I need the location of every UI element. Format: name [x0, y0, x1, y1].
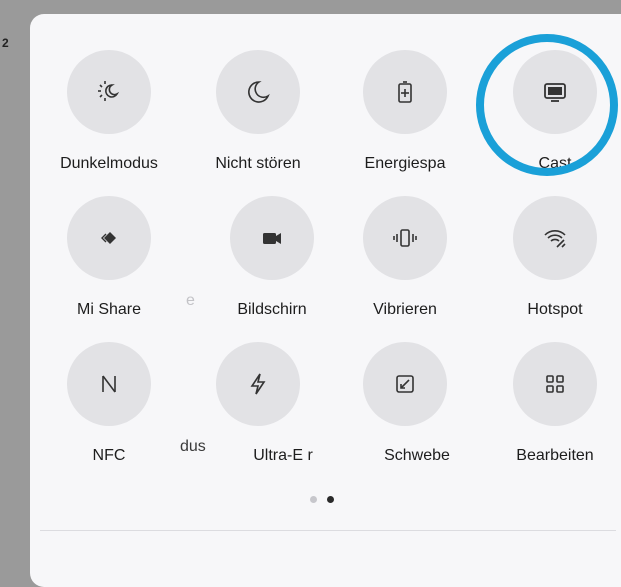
video-camera-icon [230, 196, 314, 280]
dark-mode-icon [67, 50, 151, 134]
tile-do-not-disturb[interactable]: Nicht stören [193, 50, 323, 174]
vibrate-icon [363, 196, 447, 280]
tile-label: NFC [92, 447, 126, 464]
tile-cast[interactable]: Cast [490, 50, 620, 174]
tile-label: Mi Share [76, 301, 142, 318]
page-dot-current[interactable] [327, 496, 334, 503]
hotspot-icon [513, 196, 597, 280]
tile-mi-share[interactable]: Mi Share [44, 196, 174, 320]
nfc-icon [67, 342, 151, 426]
tile-label: Vibrieren [373, 301, 437, 318]
tile-label: Hotspot [527, 301, 583, 318]
tile-label: Schwebe [384, 447, 450, 464]
ghost-label: e [186, 292, 195, 309]
page-indicator[interactable] [310, 496, 334, 503]
tile-label: Energiespa [364, 155, 446, 172]
tile-label: Cast [538, 155, 572, 172]
tile-label: Ultra-E r [253, 447, 313, 464]
tile-hotspot[interactable]: Hotspot [490, 196, 620, 320]
page-dot[interactable] [310, 496, 317, 503]
tile-floating-window[interactable]: Schwebe [340, 342, 470, 466]
battery-icon [363, 50, 447, 134]
tile-screen-recorder[interactable]: Bildschirn [212, 196, 332, 320]
edge-mark: 2 [2, 36, 9, 50]
floating-window-icon [363, 342, 447, 426]
tile-dark-mode[interactable]: Dunkelmodus [44, 50, 174, 174]
tile-label: Bearbeiten [516, 447, 594, 464]
tile-vibrate[interactable]: Vibrieren [340, 196, 470, 320]
tile-edit[interactable]: Bearbeiten [490, 342, 620, 466]
tile-label: Nicht stören [215, 155, 301, 172]
tile-battery-saver[interactable]: Energiespa [340, 50, 470, 174]
lightning-icon [216, 342, 300, 426]
mi-share-icon [67, 196, 151, 280]
tile-ultra-battery[interactable]: Ultra-E r [193, 342, 323, 466]
moon-icon [216, 50, 300, 134]
divider [40, 530, 616, 531]
cast-screen-icon [513, 50, 597, 134]
tile-nfc[interactable]: NFC [44, 342, 174, 466]
tile-label: Dunkelmodus [60, 155, 158, 172]
grid-edit-icon [513, 342, 597, 426]
tile-label: Bildschirn [237, 301, 307, 318]
